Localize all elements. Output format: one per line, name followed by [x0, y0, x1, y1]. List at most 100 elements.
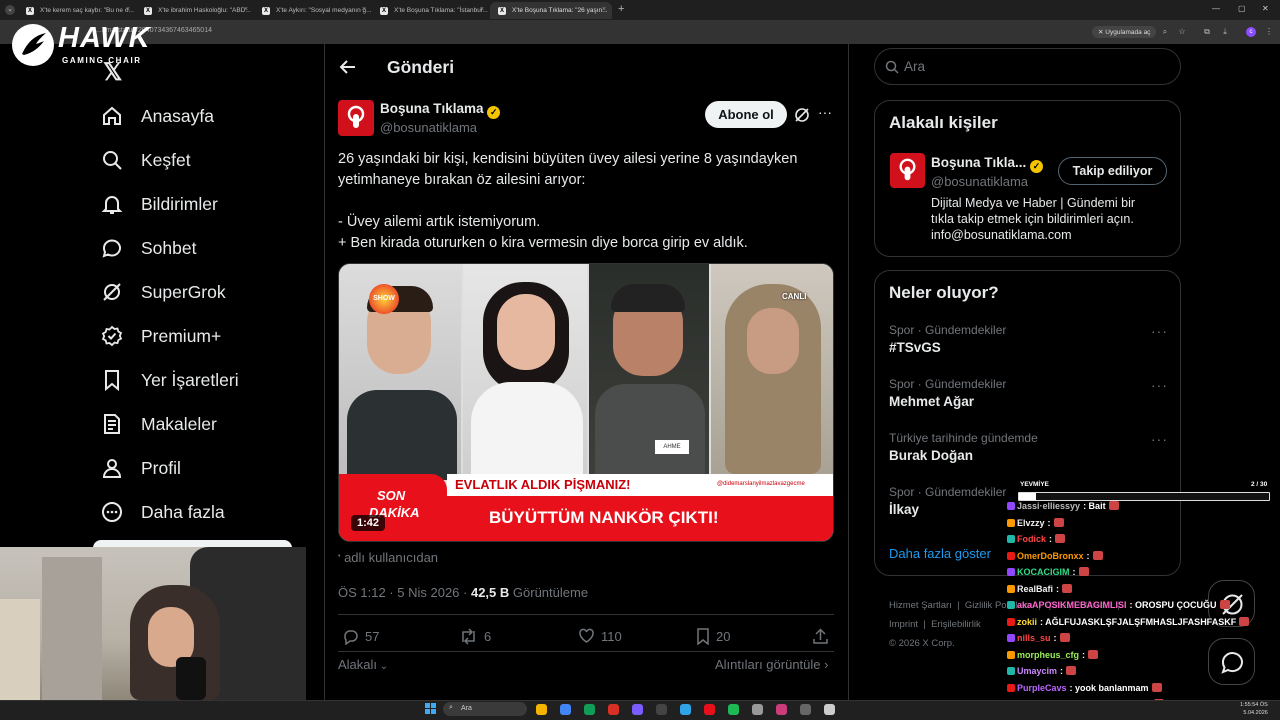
minimize-icon[interactable]: — [1212, 4, 1220, 13]
nav-item-premium[interactable]: Premium+ [100, 323, 221, 349]
nav-item-label: Profil [141, 457, 181, 478]
nav-item-profil[interactable]: Profil [100, 455, 181, 481]
browser-tab[interactable]: X X'te kerem saç kaybı: "Bu ne o... × [18, 2, 136, 19]
discord-icon[interactable] [632, 704, 643, 715]
nav-item-daha-fazla[interactable]: Daha fazla [100, 499, 225, 525]
close-icon[interactable]: × [362, 6, 366, 13]
download-icon[interactable]: ⤓ [1220, 27, 1230, 37]
nav-item-anasayfa[interactable]: Anasayfa [100, 103, 214, 129]
more-options-icon[interactable]: ··· [1151, 431, 1168, 447]
reply-button[interactable]: 57 [342, 628, 379, 645]
steam-icon[interactable] [680, 704, 691, 715]
extensions-icon[interactable]: ⧉ [1202, 27, 1212, 37]
camera-icon[interactable] [656, 704, 667, 715]
chat-username[interactable]: Fodick [1017, 534, 1046, 544]
spotify-icon[interactable] [728, 704, 739, 715]
related-avatar[interactable] [890, 153, 925, 188]
open-in-app-button[interactable]: ✕ Uygulamada aç [1092, 26, 1157, 38]
chat-username[interactable]: nills_su [1017, 633, 1051, 643]
subscribe-button[interactable]: Abone ol [705, 101, 787, 128]
repost-button[interactable]: 6 [459, 628, 491, 645]
app-icon[interactable] [776, 704, 787, 715]
nav-item-bildirimler[interactable]: Bildirimler [100, 191, 218, 217]
trend-item[interactable]: Spor · Gündemdekiler Mehmet Ağar ··· [889, 377, 1169, 421]
nav-item-sohbet[interactable]: Sohbet [100, 235, 196, 261]
search-box[interactable]: Ara [874, 48, 1181, 85]
windows-start-icon[interactable] [425, 703, 436, 714]
author-name[interactable]: Boşuna Tıklama ✓ [380, 101, 501, 119]
nav-item-yer-i-aretleri[interactable]: Yer İşaretleri [100, 367, 239, 393]
chat-username[interactable]: OmerDoBronxx [1017, 551, 1084, 561]
chat-username[interactable]: Elvzzy [1017, 518, 1045, 528]
post-video[interactable]: AHME SHOW CANLI SON DAKİKA EVLATLIK ALDI… [338, 263, 834, 542]
browser-tab-active[interactable]: X X'te Boşuna Tıklama: "26 yaşın... × [490, 2, 612, 19]
browser-tab[interactable]: X X'te Aykırı: "Sosyal medyanın g... × [254, 2, 372, 19]
browser-tab[interactable]: X X'te Boşuna Tıklama: "İstanbul... × [372, 2, 490, 19]
search-icon [885, 60, 899, 74]
more-options-icon[interactable]: ··· [818, 104, 832, 120]
chat-emote-icon [1092, 550, 1103, 560]
chat-username[interactable]: Jassi·elliessyy [1017, 501, 1080, 511]
grok-icon[interactable] [794, 107, 810, 123]
footer-imprint-link[interactable]: Imprint [889, 619, 918, 630]
back-arrow-icon[interactable] [339, 58, 357, 76]
trend-item[interactable]: Spor · Gündemdekiler #TSvGS ··· [889, 323, 1169, 367]
like-button[interactable]: 110 [578, 628, 622, 644]
bookmark-button[interactable]: 20 [696, 628, 730, 645]
more-options-icon[interactable]: ··· [1151, 323, 1168, 339]
settings-icon[interactable] [752, 704, 763, 715]
relevant-dropdown[interactable]: Alakalı ⌄ [338, 657, 388, 672]
x-logo-icon[interactable]: 𝕏 [103, 58, 122, 87]
footer-accessibility-link[interactable]: Erişilebilirlik [931, 619, 981, 630]
edge-icon[interactable] [560, 704, 571, 715]
zoom-icon[interactable]: ⌕ [1160, 27, 1170, 37]
chat-username[interactable]: Umaycim [1017, 666, 1057, 676]
nav-item-ke-fet[interactable]: Keşfet [100, 147, 191, 173]
menu-icon[interactable]: ⋮ [1264, 27, 1274, 37]
app-icon[interactable] [704, 704, 715, 715]
close-icon[interactable]: × [126, 6, 130, 13]
trend-item[interactable]: Türkiye tarihinde gündemde Burak Doğan ··· [889, 431, 1169, 475]
chat-username[interactable]: RealBafi [1017, 584, 1053, 594]
related-bio-line[interactable]: info@bosunatiklama.com [931, 227, 1171, 243]
chat-username[interactable]: akaAPOSIKMEBAGIMLISI [1017, 600, 1127, 610]
view-quotes-link[interactable]: Alıntıları görüntüle › [715, 657, 828, 672]
chat-message: OmerDoBronxx: [1007, 550, 1103, 561]
chrome-icon[interactable] [584, 704, 595, 715]
close-icon[interactable]: × [602, 6, 606, 13]
close-window-icon[interactable]: ✕ [1262, 4, 1269, 13]
chat-username[interactable]: morpheus_cfg [1017, 650, 1079, 660]
nav-item-makaleler[interactable]: Makaleler [100, 411, 217, 437]
post-time[interactable]: ÖS 1:12 · 5 Nis 2026 · [338, 585, 467, 600]
chat-icon [100, 236, 124, 260]
app-icon[interactable] [608, 704, 619, 715]
share-icon[interactable] [812, 628, 829, 645]
folder-icon[interactable] [536, 704, 547, 715]
author-handle[interactable]: @bosunatiklama [380, 120, 477, 135]
related-handle[interactable]: @bosunatiklama [931, 174, 1028, 189]
close-icon[interactable]: × [244, 6, 248, 13]
related-name[interactable]: Boşuna Tıkla... ✓ [931, 155, 1044, 173]
browser-tab[interactable]: X X'te ibrahim Haskoloğlu: "ABD... × [136, 2, 254, 19]
following-button[interactable]: Takip ediliyor [1058, 157, 1167, 185]
tab-search-button[interactable]: ⌄ [5, 5, 15, 15]
close-icon[interactable]: × [480, 6, 484, 13]
more-options-icon[interactable]: ··· [1151, 377, 1168, 393]
chat-username[interactable]: zokii [1017, 617, 1037, 627]
taskbar-search[interactable]: ⌕ Ara [443, 702, 527, 716]
footer-terms-link[interactable]: Hizmet Şartları [889, 600, 952, 611]
new-tab-button[interactable]: + [618, 3, 624, 15]
chat-username[interactable]: KOCACIGIM [1017, 567, 1070, 577]
app-icon[interactable] [800, 704, 811, 715]
maximize-icon[interactable]: ▢ [1238, 4, 1246, 13]
avatar[interactable] [338, 100, 374, 136]
show-more-link[interactable]: Daha fazla göster [889, 546, 991, 561]
star-icon[interactable]: ☆ [1177, 27, 1187, 37]
video-panel-older-man: AHME [589, 264, 709, 476]
chat-username[interactable]: PurpleCavs [1017, 683, 1067, 693]
nav-item-supergrok[interactable]: SuperGrok [100, 279, 226, 305]
profile-icon[interactable]: c [1246, 27, 1256, 37]
app-icon[interactable] [824, 704, 835, 715]
messages-floating-button[interactable] [1208, 638, 1255, 685]
attribution-text[interactable]: • adlı kullanıcıdan [338, 550, 438, 565]
